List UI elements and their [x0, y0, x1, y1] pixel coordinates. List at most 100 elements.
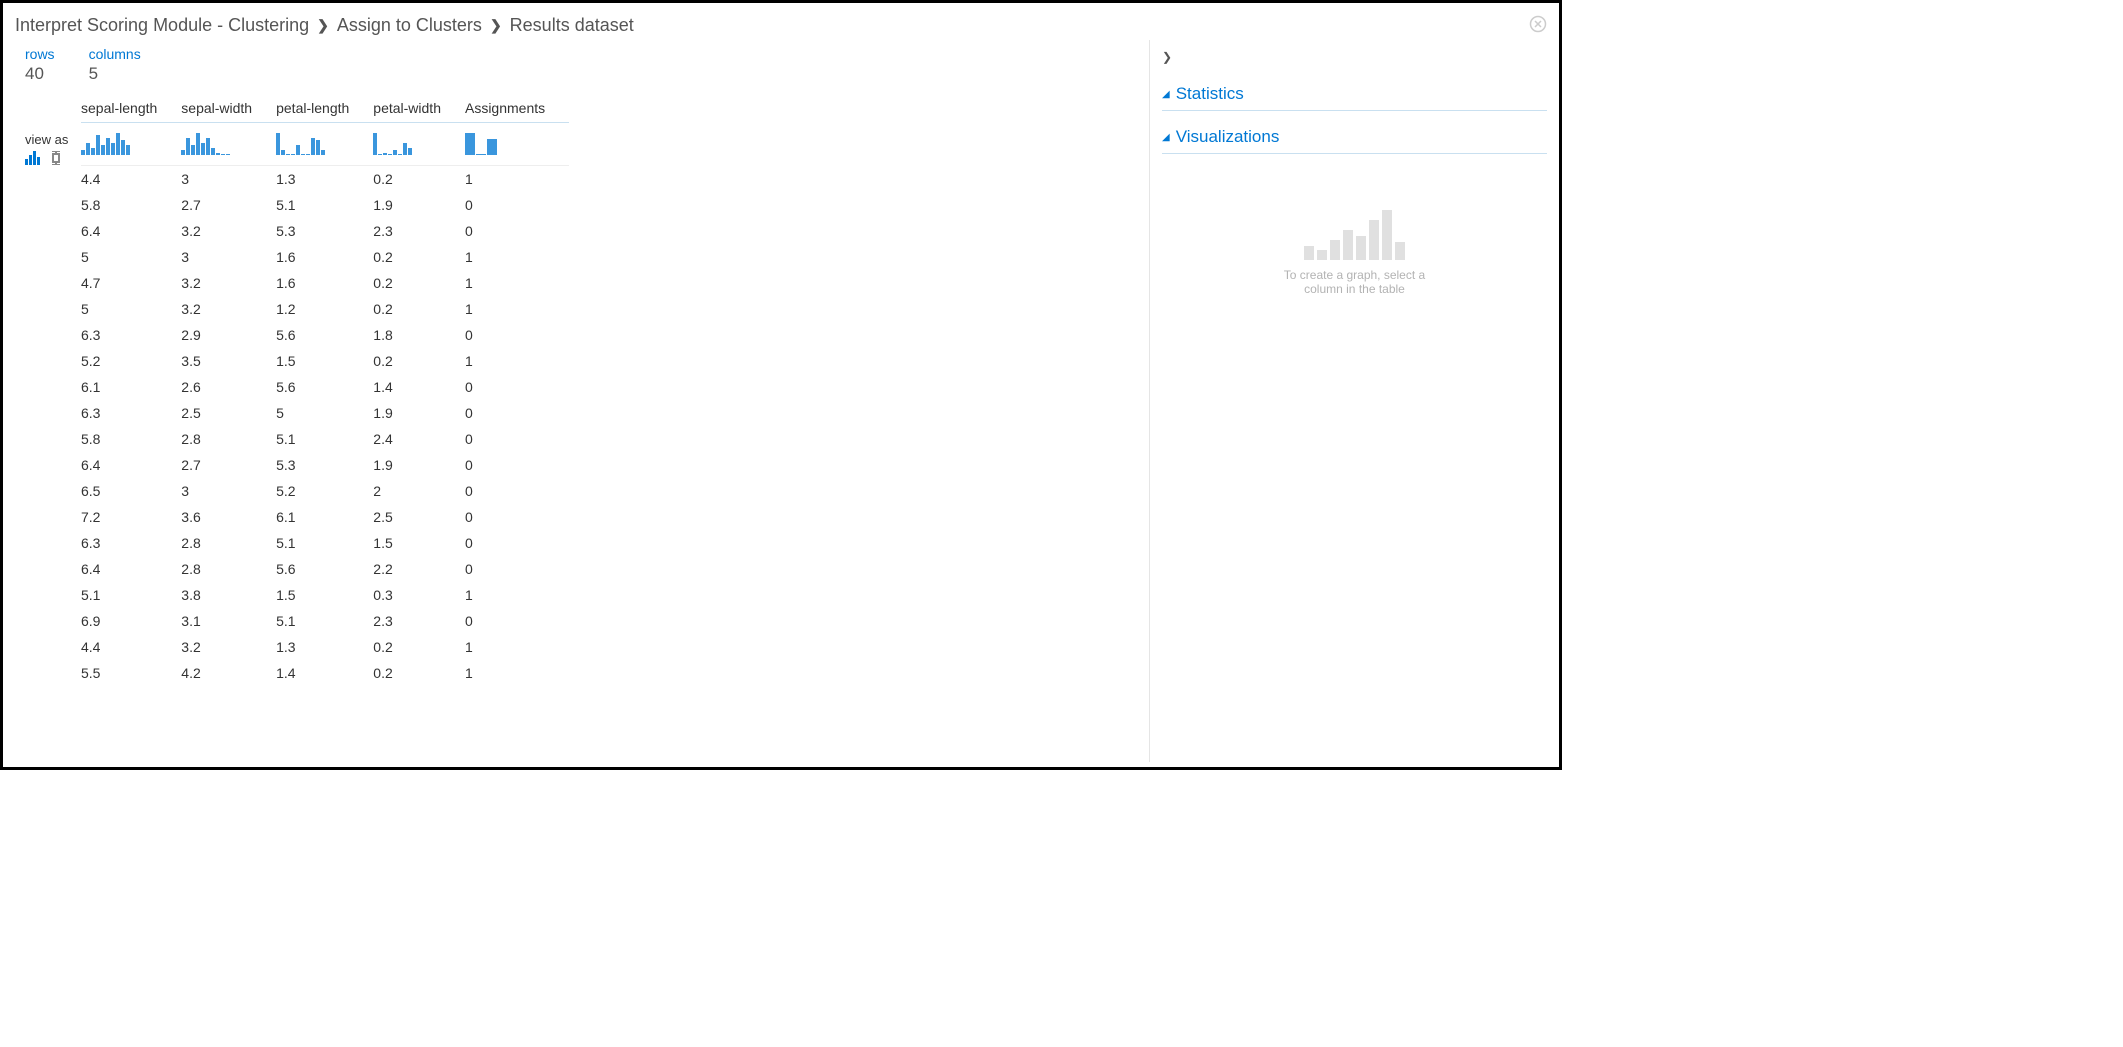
table-cell: 5.6	[276, 556, 373, 582]
table-cell: 2.8	[181, 426, 276, 452]
table-row[interactable]: 5.82.75.11.90	[81, 192, 569, 218]
table-cell: 5.1	[81, 582, 181, 608]
table-cell: 1	[465, 166, 569, 193]
column-header[interactable]: petal-width	[373, 94, 465, 123]
data-table-scroll[interactable]: sepal-lengthsepal-widthpetal-lengthpetal…	[81, 94, 1137, 734]
placeholder-bars-icon	[1304, 204, 1405, 260]
table-row[interactable]: 6.93.15.12.30	[81, 608, 569, 634]
table-cell: 5.5	[81, 660, 181, 686]
triangle-down-icon: ◢	[1162, 132, 1170, 143]
collapse-panel-button[interactable]: ❯	[1162, 46, 1547, 68]
table-cell: 3.5	[181, 348, 276, 374]
column-histogram[interactable]	[276, 123, 373, 166]
table-cell: 4.4	[81, 166, 181, 193]
table-cell: 0.2	[373, 660, 465, 686]
breadcrumb-seg-2[interactable]: Assign to Clusters	[337, 15, 482, 36]
table-histogram-row	[81, 123, 569, 166]
statistics-section-header[interactable]: ◢ Statistics	[1162, 78, 1547, 111]
table-cell: 1	[465, 660, 569, 686]
meta-cols: columns 5	[89, 46, 141, 84]
table-row[interactable]: 531.60.21	[81, 244, 569, 270]
column-histogram[interactable]	[81, 123, 181, 166]
breadcrumb-seg-1[interactable]: Interpret Scoring Module - Clustering	[15, 15, 309, 36]
table-cell: 0.2	[373, 270, 465, 296]
table-cell: 6.9	[81, 608, 181, 634]
column-header[interactable]: petal-length	[276, 94, 373, 123]
table-cell: 5	[276, 400, 373, 426]
table-cell: 1.5	[276, 348, 373, 374]
chevron-right-icon: ❯	[490, 17, 502, 34]
table-cell: 1	[465, 634, 569, 660]
table-row[interactable]: 6.32.85.11.50	[81, 530, 569, 556]
table-header-row: sepal-lengthsepal-widthpetal-lengthpetal…	[81, 94, 569, 123]
column-histogram[interactable]	[465, 123, 569, 166]
view-as-boxplot-button[interactable]	[49, 151, 63, 168]
table-row[interactable]: 6.32.95.61.80	[81, 322, 569, 348]
table-cell: 4.7	[81, 270, 181, 296]
table-cell: 6.4	[81, 452, 181, 478]
table-cell: 5.6	[276, 322, 373, 348]
table-cell: 0	[465, 218, 569, 244]
column-header[interactable]: Assignments	[465, 94, 569, 123]
table-cell: 1	[465, 348, 569, 374]
table-cell: 0	[465, 452, 569, 478]
table-cell: 0	[465, 530, 569, 556]
table-row[interactable]: 6.12.65.61.40	[81, 374, 569, 400]
column-header[interactable]: sepal-length	[81, 94, 181, 123]
table-row[interactable]: 4.73.21.60.21	[81, 270, 569, 296]
column-histogram[interactable]	[181, 123, 276, 166]
chevron-right-icon: ❯	[1162, 50, 1172, 64]
table-cell: 0	[465, 400, 569, 426]
table-cell: 0	[465, 192, 569, 218]
table-row[interactable]: 6.32.551.90	[81, 400, 569, 426]
view-as-histogram-button[interactable]	[25, 151, 43, 168]
table-row[interactable]: 5.82.85.12.40	[81, 426, 569, 452]
table-cell: 5.1	[276, 192, 373, 218]
table-cell: 2.8	[181, 556, 276, 582]
table-row[interactable]: 5.23.51.50.21	[81, 348, 569, 374]
table-cell: 0.2	[373, 244, 465, 270]
table-row[interactable]: 4.43.21.30.21	[81, 634, 569, 660]
triangle-down-icon: ◢	[1162, 89, 1170, 100]
table-cell: 3	[181, 244, 276, 270]
column-histogram[interactable]	[373, 123, 465, 166]
meta-rows-value: 40	[25, 64, 55, 84]
table-row[interactable]: 5.13.81.50.31	[81, 582, 569, 608]
table-cell: 6.4	[81, 556, 181, 582]
table-cell: 0	[465, 504, 569, 530]
table-cell: 2.9	[181, 322, 276, 348]
meta-row: rows 40 columns 5	[25, 46, 1137, 84]
table-row[interactable]: 4.431.30.21	[81, 166, 569, 193]
table-row[interactable]: 53.21.20.21	[81, 296, 569, 322]
table-row[interactable]: 7.23.66.12.50	[81, 504, 569, 530]
table-cell: 0.2	[373, 634, 465, 660]
table-cell: 5	[81, 296, 181, 322]
table-cell: 1.3	[276, 634, 373, 660]
table-cell: 3	[181, 478, 276, 504]
table-cell: 1.6	[276, 270, 373, 296]
breadcrumb-seg-3[interactable]: Results dataset	[510, 15, 634, 36]
table-cell: 1.9	[373, 400, 465, 426]
table-cell: 1	[465, 296, 569, 322]
table-cell: 3	[181, 166, 276, 193]
table-row[interactable]: 6.535.220	[81, 478, 569, 504]
visualizations-section-header[interactable]: ◢ Visualizations	[1162, 121, 1547, 154]
table-cell: 2	[373, 478, 465, 504]
table-cell: 3.2	[181, 296, 276, 322]
table-cell: 5.3	[276, 218, 373, 244]
table-row[interactable]: 5.54.21.40.21	[81, 660, 569, 686]
table-row[interactable]: 6.43.25.32.30	[81, 218, 569, 244]
table-cell: 3.8	[181, 582, 276, 608]
table-row[interactable]: 6.42.85.62.20	[81, 556, 569, 582]
table-cell: 5	[81, 244, 181, 270]
table-cell: 5.2	[276, 478, 373, 504]
table-cell: 1.4	[373, 374, 465, 400]
table-row[interactable]: 6.42.75.31.90	[81, 452, 569, 478]
column-header[interactable]: sepal-width	[181, 94, 276, 123]
close-button[interactable]	[1527, 13, 1549, 35]
table-cell: 0.2	[373, 348, 465, 374]
placeholder-text-2: column in the table	[1304, 282, 1405, 296]
table-cell: 2.7	[181, 452, 276, 478]
table-cell: 6.1	[276, 504, 373, 530]
table-cell: 1.3	[276, 166, 373, 193]
